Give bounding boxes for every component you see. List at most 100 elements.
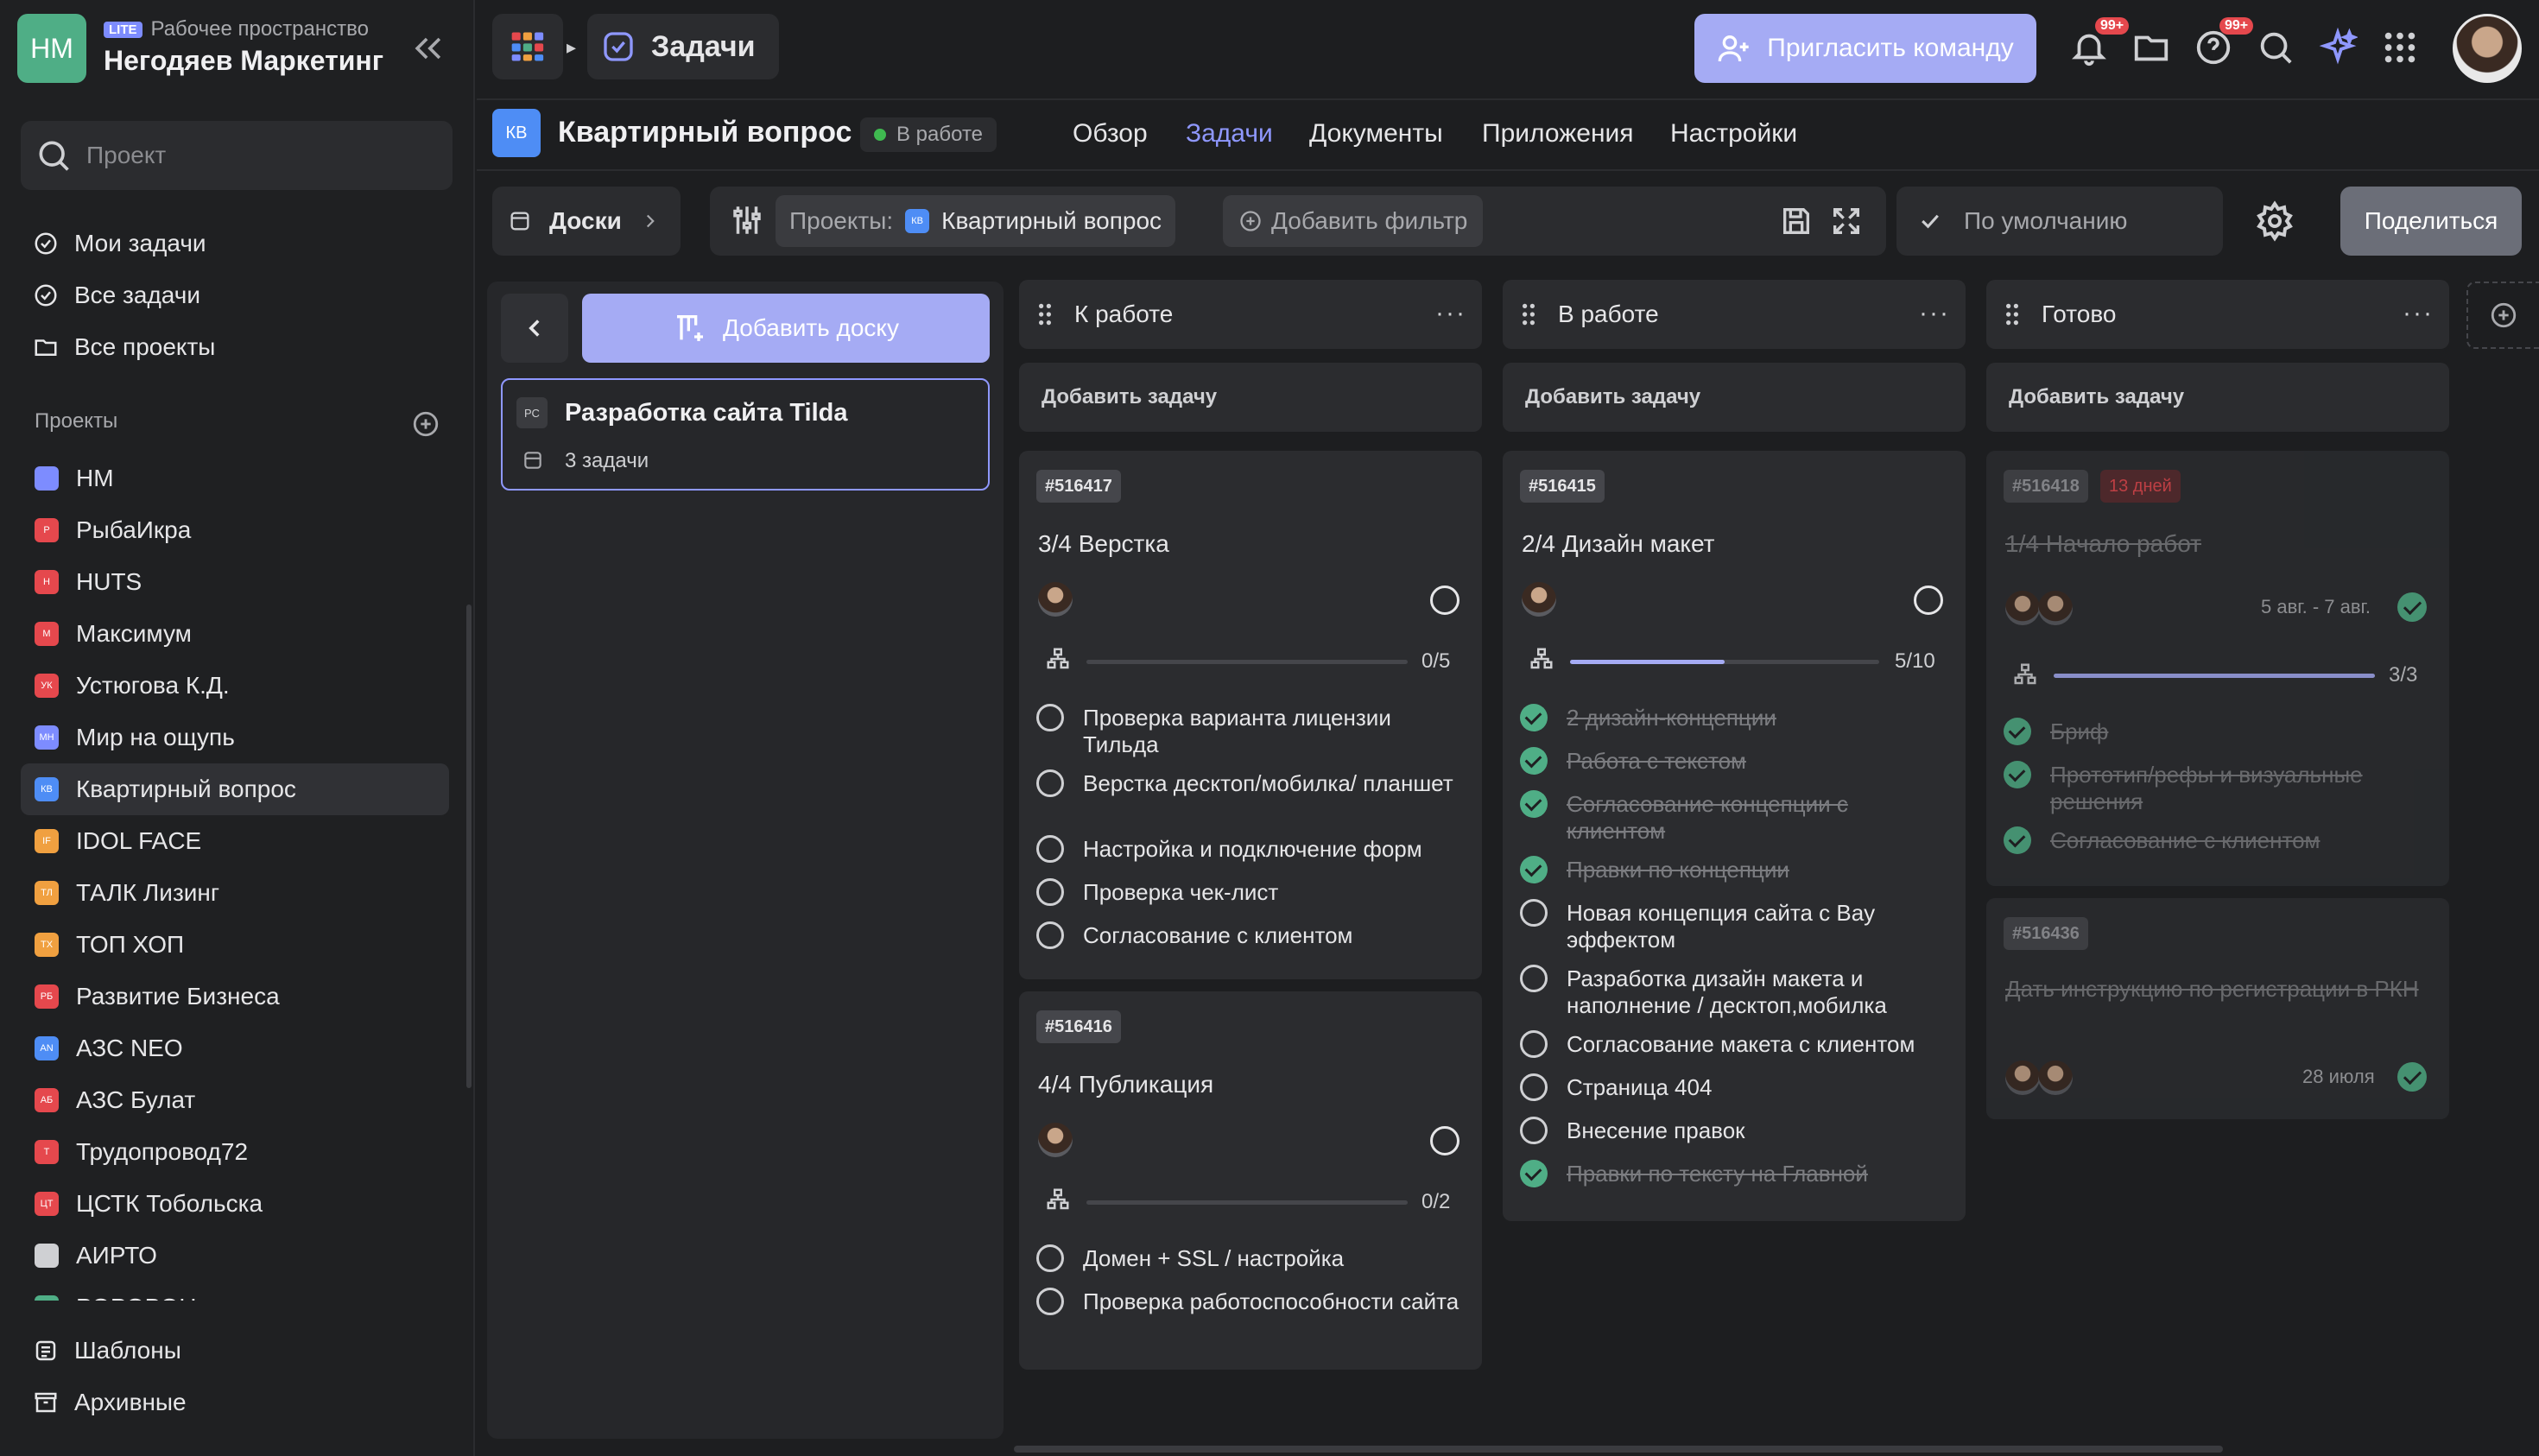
project-status[interactable]: В работе (860, 117, 997, 152)
assignee-avatar[interactable] (1038, 1123, 1073, 1157)
subtask-item[interactable]: Работа с текстом (1520, 747, 1952, 775)
sidebar-item-project[interactable]: Т Трудопровод72 (21, 1126, 449, 1178)
subtask-checkbox-checked[interactable] (1520, 747, 1548, 775)
complete-task-toggle[interactable] (1430, 586, 1459, 615)
breadcrumb-tasks[interactable]: Задачи (587, 14, 779, 79)
board-card[interactable]: РС Разработка сайта Tilda 3 задачи (501, 378, 990, 491)
subtask-item[interactable]: Разработка дизайн макета и наполнение / … (1520, 965, 1952, 1019)
search-icon[interactable] (2256, 28, 2295, 67)
sidebar-item-project[interactable]: РБ Развитие Бизнеса (21, 971, 449, 1022)
subtask-item[interactable]: Согласование с клиентом (1036, 921, 1468, 949)
filter-project-chip[interactable]: Проекты: КВ Квартирный вопрос (776, 195, 1176, 247)
drag-handle-icon[interactable] (1520, 302, 1537, 326)
subtask-item[interactable]: Проверка варианта лицензии Тильда (1036, 704, 1468, 758)
task-card[interactable]: #516418 13 дней 1/4 Начало работ 5 авг. … (1986, 451, 2449, 886)
invite-team-button[interactable]: Пригласить команду (1694, 14, 2036, 83)
assignee-avatar[interactable] (1522, 582, 1556, 617)
board-horizontal-scrollbar[interactable] (1014, 1446, 2223, 1453)
tab-documents[interactable]: Документы (1309, 119, 1443, 149)
apps-grid-icon[interactable] (2380, 28, 2420, 67)
tab-tasks[interactable]: Задачи (1186, 119, 1273, 149)
nav-archive[interactable]: Архивные (33, 1385, 187, 1420)
gear-icon[interactable] (2254, 200, 2295, 242)
subtask-checkbox[interactable] (1036, 769, 1064, 797)
workspace-name[interactable]: Негодяев Маркетинг (104, 45, 383, 77)
sidebar-item-project[interactable]: КВ Квартирный вопрос (21, 763, 449, 815)
column-header-in-progress[interactable]: В работе ··· (1503, 280, 1966, 349)
nav-my-tasks[interactable]: Мои задачи (33, 226, 206, 261)
subtask-item[interactable]: 2 дизайн-концепции (1520, 704, 1952, 731)
subtask-checkbox[interactable] (1520, 1073, 1548, 1101)
nav-all-tasks[interactable]: Все задачи (33, 278, 200, 313)
nav-templates[interactable]: Шаблоны (33, 1333, 181, 1368)
subtask-checkbox-checked[interactable] (2004, 826, 2031, 854)
tab-apps[interactable]: Приложения (1482, 119, 1634, 149)
add-filter-button[interactable]: Добавить фильтр (1223, 195, 1484, 247)
sidebar-item-project[interactable]: НМ (21, 453, 449, 504)
task-completed-check[interactable] (2397, 592, 2427, 622)
search-input[interactable] (86, 136, 432, 174)
project-title[interactable]: Квартирный вопрос (558, 116, 852, 149)
column-header-todo[interactable]: К работе ··· (1019, 280, 1482, 349)
task-card[interactable]: #516436 Дать инструкцию по регистрации в… (1986, 898, 2449, 1119)
folder-icon[interactable] (2131, 28, 2171, 67)
ai-sparkle-icon[interactable] (2318, 28, 2358, 67)
subtask-item[interactable]: Согласование с клиентом (2004, 826, 2435, 854)
subtask-item[interactable]: Правки по тексту на Главной (1520, 1160, 1952, 1187)
subtask-checkbox-checked[interactable] (2004, 718, 2031, 745)
tab-overview[interactable]: Обзор (1073, 119, 1148, 149)
subtask-checkbox-checked[interactable] (1520, 1160, 1548, 1187)
add-board-button[interactable]: Добавить доску (582, 294, 990, 363)
subtask-item[interactable]: Бриф (2004, 718, 2435, 745)
expand-icon[interactable] (1829, 204, 1864, 238)
sidebar-item-project[interactable]: М Максимум (21, 608, 449, 660)
sidebar-item-project[interactable]: IF IDOL FACE (21, 815, 449, 867)
complete-task-toggle[interactable] (1914, 586, 1943, 615)
subtask-checkbox[interactable] (1036, 704, 1064, 731)
task-card[interactable]: #516417 3/4 Верстка 0/5 Проверка вариант… (1019, 451, 1482, 979)
column-header-done[interactable]: Готово ··· (1986, 280, 2449, 349)
view-preset-select[interactable]: По умолчанию (1896, 187, 2223, 256)
subtask-item[interactable]: Внесение правок (1520, 1117, 1952, 1144)
subtask-checkbox[interactable] (1036, 1288, 1064, 1315)
add-project-icon[interactable] (411, 409, 440, 439)
more-icon[interactable]: ··· (1919, 299, 1950, 328)
sidebar-scrollbar[interactable] (466, 605, 472, 1088)
subtask-checkbox[interactable] (1520, 965, 1548, 992)
sidebar-item-project[interactable]: УК Устюгова К.Д. (21, 660, 449, 712)
subtask-checkbox[interactable] (1036, 921, 1064, 949)
assignee-avatar[interactable] (1038, 582, 1073, 617)
user-avatar[interactable] (2453, 14, 2522, 83)
add-task-button[interactable]: Добавить задачу (1019, 363, 1482, 432)
nav-all-projects[interactable]: Все проекты (33, 330, 215, 364)
subtask-checkbox[interactable] (1520, 899, 1548, 927)
subtask-item[interactable]: Согласование концепции с клиентом (1520, 790, 1952, 845)
subtask-item[interactable]: Согласование макета с клиентом (1520, 1030, 1952, 1058)
collapse-sidebar-icon[interactable] (409, 29, 447, 67)
complete-task-toggle[interactable] (1430, 1126, 1459, 1155)
sidebar-item-project[interactable]: ЦТ ЦСТК Тобольска (21, 1178, 449, 1230)
drag-handle-icon[interactable] (1036, 302, 1054, 326)
subtask-item[interactable]: Проверка чек-лист (1036, 878, 1468, 906)
project-search[interactable] (21, 121, 453, 190)
subtask-item[interactable]: Страница 404 (1520, 1073, 1952, 1101)
subtask-checkbox-checked[interactable] (2004, 761, 2031, 788)
add-column-button[interactable] (2466, 282, 2539, 349)
drag-handle-icon[interactable] (2004, 302, 2021, 326)
assignee-avatar[interactable] (2038, 591, 2073, 625)
subtask-checkbox[interactable] (1036, 835, 1064, 863)
subtask-item[interactable]: Верстка десктоп/мобилка/ планшет (1036, 769, 1468, 797)
task-card[interactable]: #516415 2/4 Дизайн макет 5/10 2 дизайн-к… (1503, 451, 1966, 1221)
filter-sliders-icon[interactable] (729, 202, 765, 238)
tab-settings[interactable]: Настройки (1670, 119, 1797, 149)
add-task-button[interactable]: Добавить задачу (1986, 363, 2449, 432)
workspace-avatar[interactable]: НМ (17, 14, 86, 83)
task-card[interactable]: #516416 4/4 Публикация 0/2 Домен + SSL /… (1019, 991, 1482, 1370)
subtask-item[interactable]: Прототип/рефы и визуальные решения (2004, 761, 2435, 815)
sidebar-item-project[interactable]: Р РыбаИкра (21, 504, 449, 556)
sidebar-item-project[interactable]: МН Мир на ощупь (21, 712, 449, 763)
sidebar-item-project[interactable]: РОРОВОН (21, 1282, 449, 1301)
subtask-item[interactable]: Настройка и подключение форм (1036, 835, 1468, 863)
subtask-checkbox[interactable] (1520, 1117, 1548, 1144)
assignee-avatar[interactable] (2005, 591, 2040, 625)
